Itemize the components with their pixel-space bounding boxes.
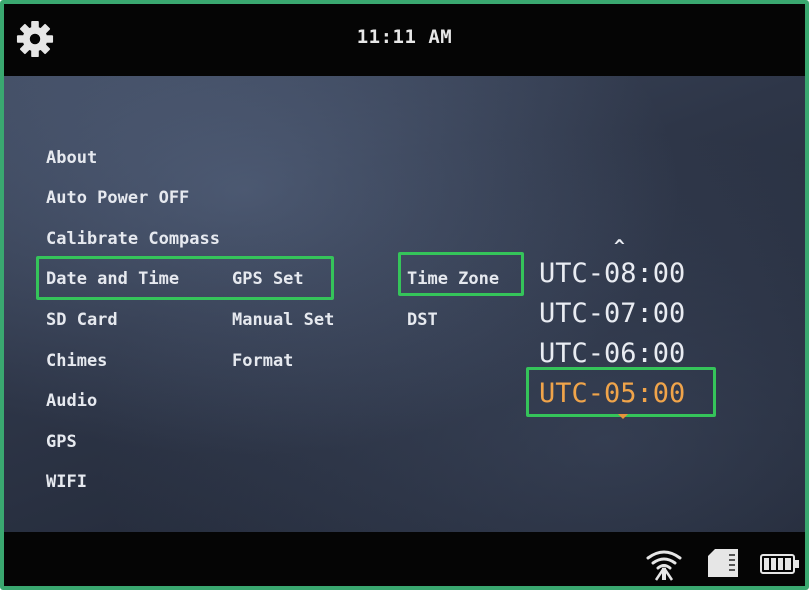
menu-item-audio[interactable]: Audio [46, 391, 97, 411]
wifi-icon [646, 550, 682, 581]
battery-icon [760, 554, 799, 574]
camera-screen: 11:11 AM About Auto Power OFF Calibrate … [0, 0, 809, 590]
menu-item-wifi[interactable]: WIFI [46, 472, 87, 492]
clock: 11:11 AM [356, 26, 453, 48]
selection-box-time-zone [398, 252, 524, 296]
settings-panel: About Auto Power OFF Calibrate Compass D… [4, 76, 805, 532]
menu-item-auto-power-off[interactable]: Auto Power OFF [46, 188, 189, 208]
menu-item-sd-card[interactable]: SD Card [46, 310, 118, 330]
timezone-option[interactable]: UTC-07:00 [539, 299, 685, 329]
menu-item-calibrate-compass[interactable]: Calibrate Compass [46, 229, 220, 249]
scroll-down-icon[interactable] [618, 414, 628, 419]
menu-item-chimes[interactable]: Chimes [46, 351, 107, 371]
selection-box-date-and-time [36, 256, 334, 300]
submenu-item-manual-set[interactable]: Manual Set [232, 310, 334, 330]
option-dst[interactable]: DST [407, 310, 438, 330]
top-bar: 11:11 AM [4, 4, 805, 76]
timezone-option[interactable]: UTC-08:00 [539, 259, 685, 289]
status-bar [4, 532, 805, 586]
timezone-option[interactable]: UTC-06:00 [539, 339, 685, 369]
scroll-up-icon[interactable]: ^ [614, 236, 625, 257]
timezone-option-selected[interactable]: UTC-05:00 [539, 379, 685, 409]
menu-item-gps[interactable]: GPS [46, 432, 77, 452]
sd-card-icon [708, 549, 738, 577]
submenu-item-format[interactable]: Format [232, 351, 293, 371]
menu-item-about[interactable]: About [46, 148, 97, 168]
